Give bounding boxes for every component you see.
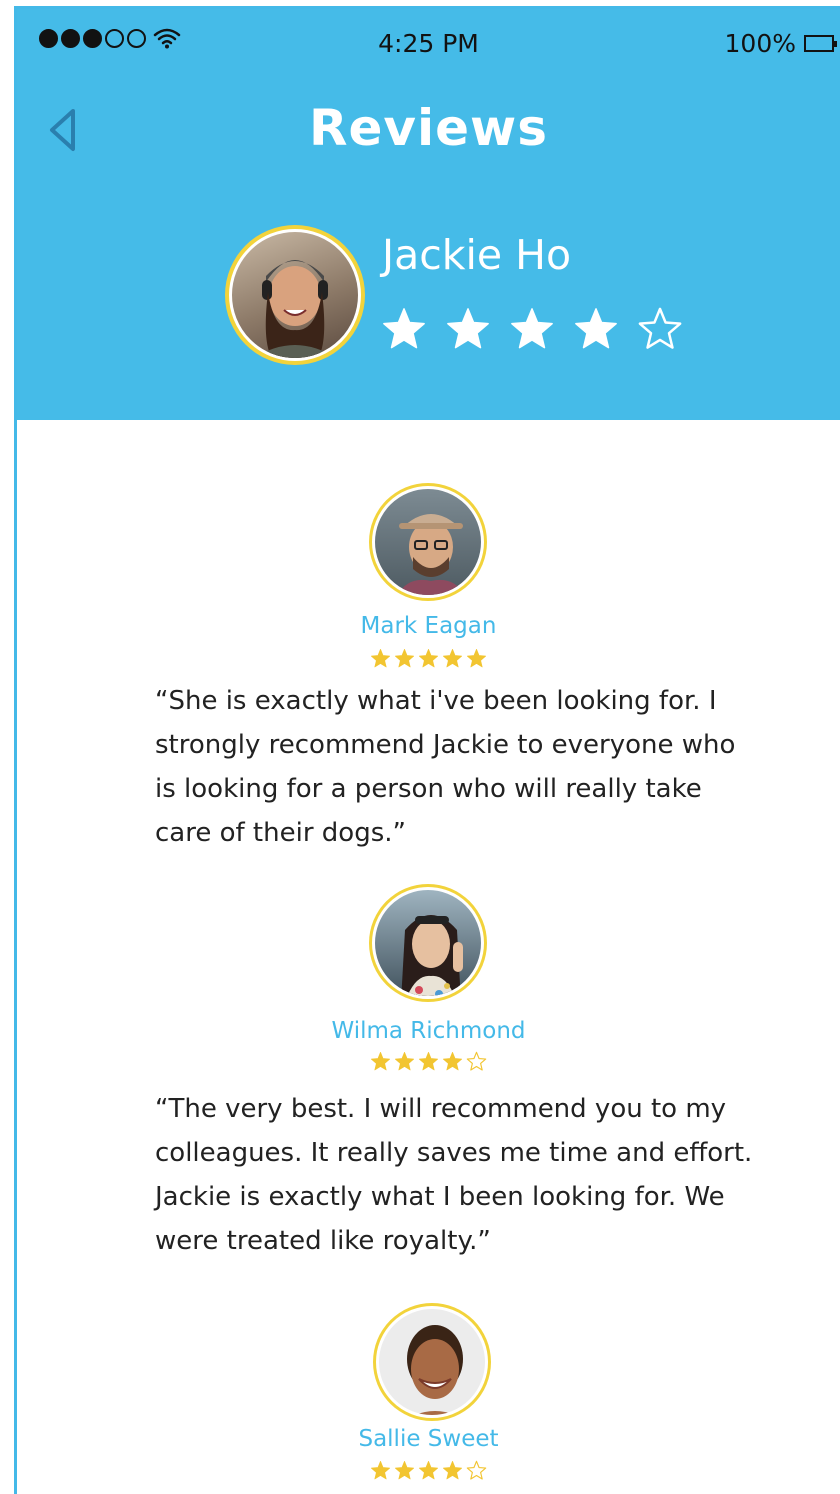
reviewer-avatar[interactable] [369,884,487,1002]
battery-indicator: 100% [724,29,837,58]
star-filled-icon [370,1051,391,1071]
review-rating [17,648,840,669]
star-filled-icon [442,1460,463,1480]
review-rating [17,1051,840,1072]
star-filled-icon [370,1460,391,1480]
star-filled-icon [383,308,425,349]
battery-percent: 100% [724,29,796,58]
star-filled-icon [394,1051,415,1071]
star-filled-icon [575,308,617,349]
star-empty-icon [466,1460,487,1480]
status-time: 4:25 PM [378,29,479,58]
star-filled-icon [394,648,415,668]
star-empty-icon [466,1051,487,1071]
review-text: “The very best. I will recommend you to … [155,1094,753,1256]
star-filled-icon [466,648,487,668]
profile-name: Jackie Ho [382,231,572,279]
page-title: Reviews [308,99,548,157]
reviewer-name: Wilma Richmond [331,1018,526,1044]
star-filled-icon [418,648,439,668]
star-filled-icon [418,1460,439,1480]
star-filled-icon [370,648,391,668]
star-filled-icon [442,1051,463,1071]
battery-icon [804,35,837,52]
star-filled-icon [418,1051,439,1071]
star-empty-icon [638,307,682,349]
review-card: Wilma Richmond “The very best. I will re… [17,884,840,1256]
reviewer-name: Sallie Sweet [358,1426,499,1452]
star-filled-icon [511,308,553,349]
header: 4:25 PM 100% Reviews Jackie Ho [17,9,840,420]
star-filled-icon [394,1460,415,1480]
reviewer-name: Mark Eagan [360,613,497,639]
review-card: Sallie Sweet [17,1303,840,1494]
reviewer-avatar[interactable] [373,1303,491,1421]
star-filled-icon [447,308,489,349]
profile-avatar[interactable] [225,225,365,365]
review-card: Mark Eagan “She is exactly what i've bee… [17,483,840,848]
review-text: “She is exactly what i've been looking f… [155,686,736,848]
star-filled-icon [442,648,463,668]
profile-rating [381,306,683,352]
app-screen: 4:25 PM 100% Reviews Jackie Ho Mark Eaga… [14,6,840,1494]
review-rating [17,1460,840,1481]
reviewer-avatar[interactable] [369,483,487,601]
